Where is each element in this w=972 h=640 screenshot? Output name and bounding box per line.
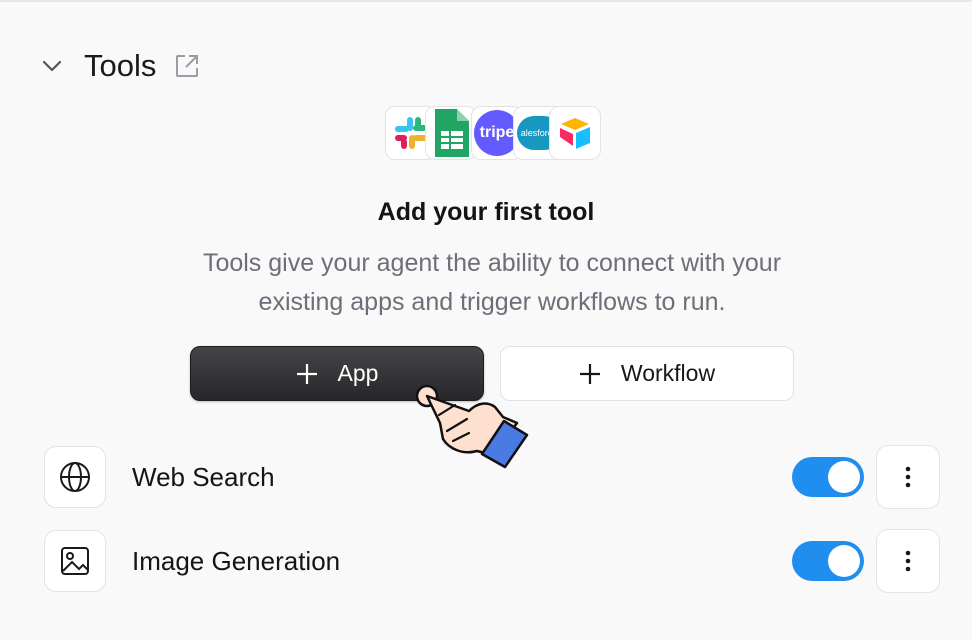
- stripe-logo-text: tripe: [479, 124, 515, 141]
- external-link-icon[interactable]: [174, 53, 200, 79]
- more-vertical-icon: [905, 466, 911, 488]
- tool-label: Web Search: [132, 461, 275, 492]
- more-vertical-icon: [905, 550, 911, 572]
- hand-cursor-icon: [415, 384, 529, 469]
- tool-row-image-generation: Image Generation: [44, 529, 940, 593]
- web-search-toggle[interactable]: [792, 457, 864, 497]
- image-generation-toggle[interactable]: [792, 541, 864, 581]
- tool-label: Image Generation: [132, 545, 341, 576]
- section-title: Tools: [84, 48, 157, 83]
- app-logos: tripe alesforce: [385, 106, 601, 162]
- add-app-label: App: [337, 360, 379, 386]
- add-workflow-button[interactable]: Workflow: [500, 346, 794, 401]
- empty-state-title: Add your first tool: [377, 198, 595, 226]
- chevron-down-icon[interactable]: [40, 54, 64, 78]
- google-sheets-logo: [425, 106, 477, 160]
- airtable-logo: [549, 106, 601, 160]
- top-divider: [0, 0, 972, 2]
- image-icon: [44, 530, 106, 592]
- toggle-knob: [828, 461, 860, 493]
- section-header: Tools: [40, 46, 200, 86]
- plus-icon: [296, 363, 318, 385]
- plus-icon: [579, 363, 601, 385]
- toggle-knob: [828, 545, 860, 577]
- add-workflow-label: Workflow: [620, 360, 716, 386]
- more-options-button[interactable]: [876, 445, 940, 509]
- empty-state-description: Tools give your agent the ability to con…: [202, 249, 782, 316]
- globe-icon: [44, 446, 106, 508]
- more-options-button[interactable]: [876, 529, 940, 593]
